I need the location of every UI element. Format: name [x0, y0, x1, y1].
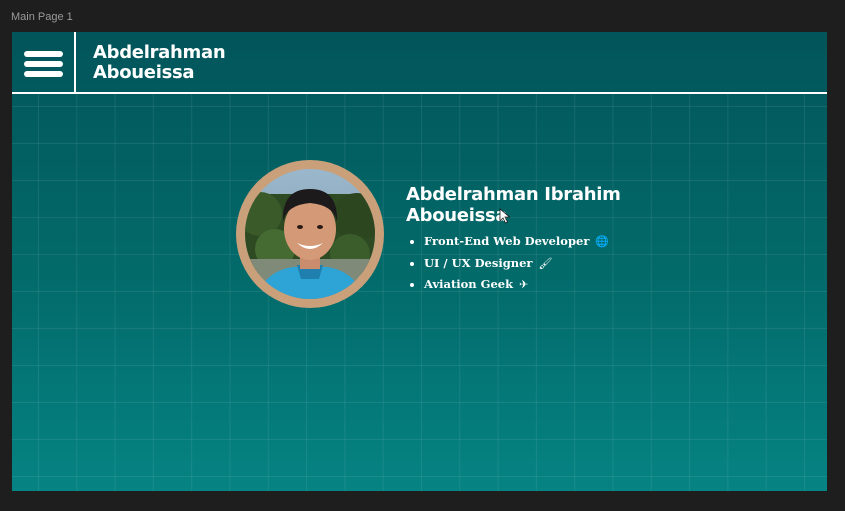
site-header: Abdelrahman Aboueissa [12, 32, 827, 94]
role-label: Front-End Web Developer [424, 234, 590, 248]
role-label: UI / UX Designer [424, 255, 533, 270]
list-item: UI / UX Designer 🖌 [424, 253, 621, 275]
site-brand[interactable]: Abdelrahman Aboueissa [93, 42, 226, 83]
role-label: Aviation Geek [424, 277, 514, 291]
list-item: Front-End Web Developer 🌐 [424, 231, 621, 253]
profile-name-line-1: Abdelrahman Ibrahim [406, 184, 621, 205]
profile-name-line-2: Aboueissa [406, 205, 508, 226]
mouse-pointer-icon [499, 208, 511, 224]
brand-line-2: Aboueissa [93, 62, 195, 83]
avatar [236, 160, 384, 308]
hamburger-menu-icon[interactable] [12, 32, 76, 92]
profile-info: Abdelrahman Ibrahim Aboueissa Front-End … [406, 184, 621, 296]
brand-line-1: Abdelrahman [93, 42, 226, 63]
frame-label: Main Page 1 [11, 11, 73, 23]
list-item: Aviation Geek ✈ [424, 274, 621, 296]
paintbrush-icon: 🖌 [538, 256, 553, 270]
globe-icon: 🌐 [595, 235, 610, 248]
profile-name: Abdelrahman Ibrahim Aboueissa [406, 184, 621, 226]
airplane-icon: ✈ [519, 278, 529, 291]
profile-photo [245, 169, 375, 299]
roles-list: Front-End Web Developer 🌐 UI / UX Design… [406, 231, 621, 296]
page-frame: Abdelrahman Aboueissa Abdelrahman Ibrahi… [12, 32, 827, 491]
